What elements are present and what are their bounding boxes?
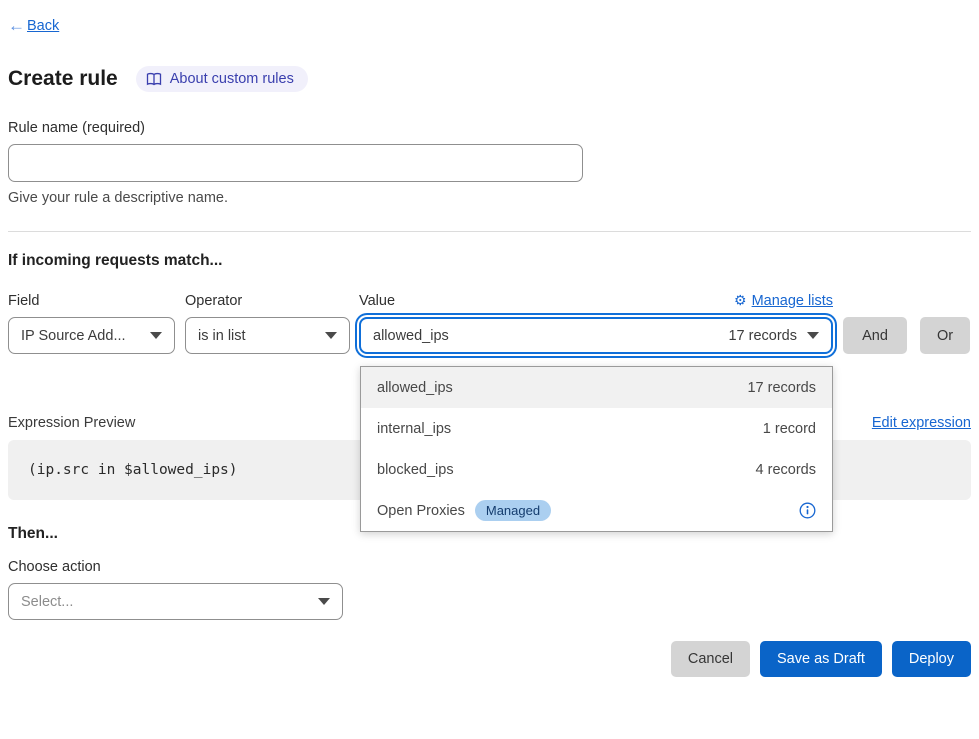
list-item-name: allowed_ips bbox=[377, 380, 453, 396]
rule-name-label: Rule name (required) bbox=[8, 120, 971, 136]
expression-preview-label: Expression Preview bbox=[8, 415, 135, 431]
list-item-open-proxies[interactable]: Open Proxies Managed bbox=[361, 490, 832, 531]
list-item-name: blocked_ips bbox=[377, 462, 454, 478]
field-select[interactable]: IP Source Add... bbox=[8, 317, 175, 354]
back-arrow-icon: ← bbox=[8, 16, 25, 36]
operator-select-value: is in list bbox=[198, 328, 246, 344]
and-button[interactable]: And bbox=[843, 317, 907, 354]
about-custom-rules-link[interactable]: About custom rules bbox=[136, 66, 308, 92]
list-item-name: Open Proxies bbox=[377, 503, 465, 519]
action-select-placeholder: Select... bbox=[21, 594, 73, 610]
value-select[interactable]: allowed_ips 17 records bbox=[359, 317, 833, 354]
list-item-name: internal_ips bbox=[377, 421, 451, 437]
save-as-draft-button[interactable]: Save as Draft bbox=[760, 641, 882, 677]
section-divider bbox=[8, 231, 971, 232]
value-label: Value bbox=[359, 293, 395, 309]
field-select-value: IP Source Add... bbox=[21, 328, 126, 344]
value-dropdown-menu: allowed_ips 17 records internal_ips 1 re… bbox=[360, 366, 833, 532]
back-link[interactable]: ← Back bbox=[8, 16, 971, 36]
list-item-allowed-ips[interactable]: allowed_ips 17 records bbox=[361, 367, 832, 408]
cancel-button[interactable]: Cancel bbox=[671, 641, 750, 677]
create-rule-page: ← Back Create rule About custom rules Ru… bbox=[0, 0, 979, 739]
list-item-count: 4 records bbox=[756, 462, 816, 478]
chevron-down-icon bbox=[325, 332, 337, 339]
value-select-value: allowed_ips bbox=[373, 328, 449, 344]
or-button[interactable]: Or bbox=[920, 317, 970, 354]
value-select-count: 17 records bbox=[728, 328, 797, 344]
gear-icon: ⚙ bbox=[734, 292, 747, 309]
choose-action-label: Choose action bbox=[8, 559, 971, 575]
chevron-down-icon bbox=[807, 332, 819, 339]
list-item-blocked-ips[interactable]: blocked_ips 4 records bbox=[361, 449, 832, 490]
about-custom-rules-label: About custom rules bbox=[170, 71, 294, 87]
list-item-internal-ips[interactable]: internal_ips 1 record bbox=[361, 408, 832, 449]
rule-name-input[interactable] bbox=[8, 144, 583, 182]
edit-expression-link[interactable]: Edit expression bbox=[872, 415, 971, 431]
match-section-heading: If incoming requests match... bbox=[8, 252, 971, 270]
expression-code-text: (ip.src in $allowed_ips) bbox=[28, 462, 238, 478]
manage-lists-label[interactable]: Manage lists bbox=[752, 293, 833, 309]
deploy-button[interactable]: Deploy bbox=[892, 641, 971, 677]
page-title: Create rule bbox=[8, 67, 118, 91]
field-label: Field bbox=[8, 293, 175, 309]
action-select[interactable]: Select... bbox=[8, 583, 343, 620]
operator-select[interactable]: is in list bbox=[185, 317, 350, 354]
managed-badge: Managed bbox=[475, 500, 551, 521]
manage-lists-link[interactable]: ⚙ Manage lists bbox=[734, 292, 833, 309]
chevron-down-icon bbox=[318, 598, 330, 605]
info-icon[interactable] bbox=[799, 502, 816, 519]
rule-name-helper-text: Give your rule a descriptive name. bbox=[8, 190, 971, 206]
expression-builder-row: Field IP Source Add... Operator is in li… bbox=[8, 292, 971, 354]
list-item-count: 17 records bbox=[747, 380, 816, 396]
operator-label: Operator bbox=[185, 293, 350, 309]
book-icon bbox=[146, 72, 162, 87]
back-link-label[interactable]: Back bbox=[27, 18, 59, 34]
chevron-down-icon bbox=[150, 332, 162, 339]
footer-actions: Cancel Save as Draft Deploy bbox=[8, 641, 971, 677]
list-item-count: 1 record bbox=[763, 421, 816, 437]
